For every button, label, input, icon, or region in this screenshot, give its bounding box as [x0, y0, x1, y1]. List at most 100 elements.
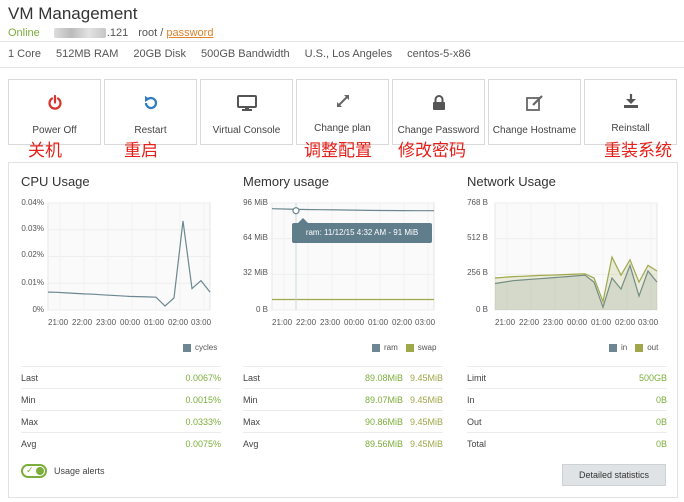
password-link[interactable]: password [166, 27, 213, 39]
memory-xtick: 21:00 [272, 318, 293, 327]
username: root [138, 27, 158, 39]
expand-icon [297, 93, 388, 109]
stat-ram-value: 89.56MiB [364, 439, 403, 449]
legend-swatch [372, 343, 380, 352]
network-xtick: 00:00 [567, 318, 588, 327]
memory-stat-row: Last 89.08MiB 9.45MiB [243, 366, 443, 388]
lock-icon [393, 95, 484, 111]
network-xtick: 21:00 [495, 318, 516, 327]
spec-cores: 1 Core [8, 48, 42, 60]
stat-label: Min [243, 395, 258, 405]
stat-label: Last [243, 373, 261, 383]
virtual-console-button[interactable]: Virtual Console [200, 79, 293, 145]
stat-value: 0.0015% [185, 395, 221, 405]
spec-location: U.S., Los Angeles [304, 48, 393, 60]
memory-tooltip: ram: 11/12/15 4:32 AM - 91 MiB [292, 218, 432, 243]
stat-label: Avg [21, 439, 37, 449]
stat-value: 0.0333% [185, 417, 221, 427]
restart-label: Restart [134, 125, 167, 136]
memory-xtick: 23:00 [320, 318, 341, 327]
network-stat-row: In 0B [467, 388, 667, 410]
power-off-label: Power Off [32, 125, 77, 136]
cpu-stat-row: Last 0.0067% [21, 366, 221, 388]
stat-value: 0B [655, 439, 667, 449]
stat-label: In [467, 395, 475, 405]
stat-label: Total [467, 439, 487, 449]
memory-xtick: 01:00 [368, 318, 389, 327]
cpu-xtick: 21:00 [48, 318, 69, 327]
network-xtick: 02:00 [615, 318, 636, 327]
memory-stat-row: Max 90.86MiB 9.45MiB [243, 410, 443, 432]
network-stat-row: Limit 500GB [467, 366, 667, 388]
change-plan-annotation: 调整配置 [304, 141, 372, 161]
memory-ytick: 64 MiB [243, 233, 268, 242]
cpu-xtick: 02:00 [168, 318, 189, 327]
stat-value: 500GB [638, 373, 667, 383]
memory-ytick: 0 B [255, 305, 268, 314]
spec-os: centos-5-x86 [407, 48, 471, 60]
network-ytick: 0 B [475, 305, 488, 314]
spec-ram: 512MB RAM [56, 48, 119, 60]
change-hostname-label: Change Hostname [492, 125, 577, 136]
network-ytick: 768 B [467, 198, 488, 207]
stat-value: 0.0075% [185, 439, 221, 449]
ip-suffix: .121 [106, 27, 129, 39]
stat-swap-value: 9.45MiB [409, 417, 443, 427]
legend-swatch [405, 343, 414, 352]
network-xtick: 01:00 [591, 318, 612, 327]
monitor-icon [201, 95, 292, 111]
stat-swap-value: 9.45MiB [409, 395, 443, 405]
power-off-annotation: 关机 [28, 141, 62, 161]
network-chart-title: Network Usage [467, 174, 556, 189]
legend-in: in [621, 343, 628, 352]
network-xtick: 23:00 [543, 318, 564, 327]
stat-value: 0B [655, 417, 667, 427]
reinstall-annotation: 重装系统 [604, 141, 672, 161]
cpu-ytick: 0.03% [21, 224, 44, 233]
legend-swap: swap [417, 343, 437, 352]
cpu-stat-row: Avg 0.0075% [21, 432, 221, 454]
memory-xtick: 03:00 [415, 318, 436, 327]
network-ytick: 512 B [467, 233, 488, 242]
cpu-chart-title: CPU Usage [21, 174, 90, 189]
vm-specs: 1 Core 512MB RAM 20GB Disk 500GB Bandwid… [8, 48, 471, 60]
virtual-console-label: Virtual Console [212, 125, 281, 136]
network-stat-row: Total 0B [467, 432, 667, 454]
legend-cycles: cycles [195, 343, 218, 352]
cpu-xtick: 22:00 [72, 318, 93, 327]
power-icon [9, 95, 100, 111]
restart-icon [105, 95, 196, 111]
restart-annotation: 重启 [124, 141, 158, 161]
memory-chart-title: Memory usage [243, 174, 329, 189]
change-hostname-button[interactable]: Change Hostname [488, 79, 581, 145]
stat-label: Limit [467, 373, 487, 383]
stat-swap-value: 9.45MiB [409, 373, 443, 383]
stat-ram-value: 89.08MiB [364, 373, 403, 383]
network-stat-row: Out 0B [467, 410, 667, 432]
ip-redacted [53, 28, 106, 38]
usage-alerts-toggle[interactable]: ✓ [21, 464, 47, 478]
detailed-statistics-button[interactable]: Detailed statistics [562, 464, 666, 486]
stat-ram-value: 89.07MiB [364, 395, 403, 405]
spec-bandwidth: 500GB Bandwidth [200, 48, 290, 60]
stat-value: 0B [655, 395, 667, 405]
cpu-ytick: 0.01% [21, 278, 44, 287]
legend-out: out [647, 343, 659, 352]
memory-stat-row: Min 89.07MiB 9.45MiB [243, 388, 443, 410]
stat-ram-value: 90.86MiB [364, 417, 403, 427]
stat-label: Last [21, 373, 39, 383]
cpu-xtick: 23:00 [96, 318, 117, 327]
memory-stat-row: Avg 89.56MiB 9.45MiB [243, 432, 443, 454]
memory-ytick: 96 MiB [243, 198, 268, 207]
cpu-xtick: 03:00 [191, 318, 212, 327]
stat-label: Out [467, 417, 482, 427]
stat-swap-value: 9.45MiB [409, 439, 443, 449]
download-icon [585, 93, 676, 109]
reinstall-label: Reinstall [611, 123, 650, 134]
credentials: root / password [138, 27, 213, 39]
check-icon: ✓ [26, 465, 34, 475]
divider [0, 67, 684, 68]
spec-disk: 20GB Disk [133, 48, 186, 60]
cpu-ytick: 0.02% [21, 250, 44, 259]
cpu-ytick: 0% [32, 305, 44, 314]
